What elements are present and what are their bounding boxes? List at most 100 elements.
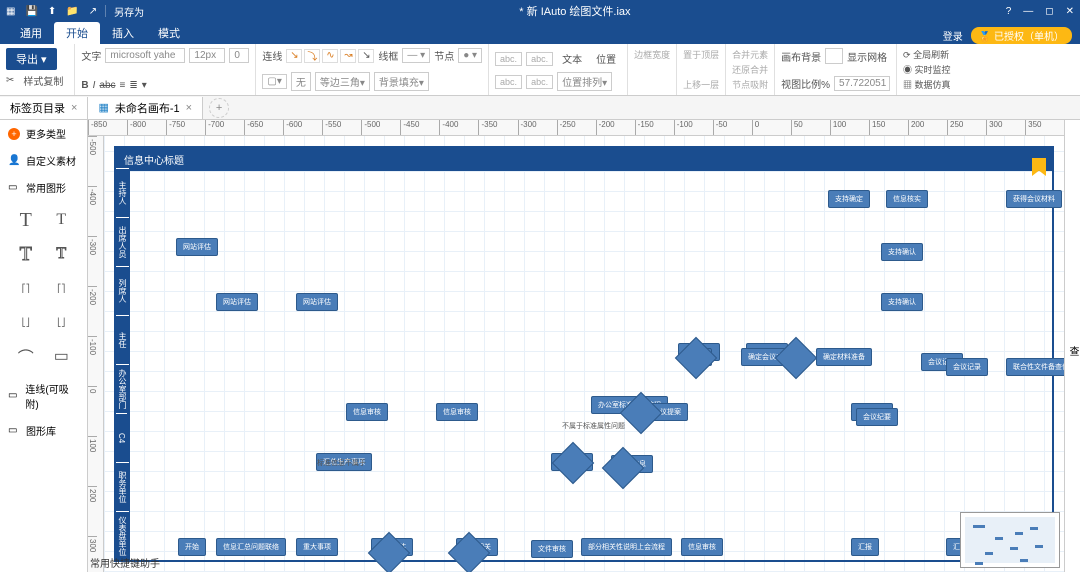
line-style-4[interactable]: ↝ (340, 49, 356, 63)
sidebar-custom[interactable]: 👤自定义素材 (0, 147, 87, 174)
bring-front[interactable]: 置于顶层 (683, 48, 719, 61)
save-as-label[interactable]: 另存为 (114, 4, 144, 19)
export-icon[interactable]: ↗ (89, 6, 97, 17)
scissors-icon[interactable]: ✂ (6, 75, 14, 86)
font-family-select[interactable]: microsoft yahe (105, 48, 185, 63)
sidebar-shape-lib[interactable]: ▭图形库 (0, 417, 87, 444)
flow-node[interactable]: 汇报 (851, 538, 879, 556)
flow-node[interactable]: 联合性文件备查保存报告 (1006, 358, 1064, 376)
search-link[interactable]: 查 (1065, 346, 1080, 356)
shape-bracket-1[interactable]: ⎡⎤ (10, 273, 42, 303)
shape-select[interactable]: 等边三角▾ (315, 72, 370, 91)
tab-general[interactable]: 通用 (8, 22, 54, 44)
close-tab-2[interactable]: × (186, 102, 192, 114)
new-tab-button[interactable]: + (209, 98, 229, 118)
font-size-select[interactable]: 12px (189, 48, 225, 63)
flow-node[interactable]: 不属于标准属性问题 (556, 418, 631, 434)
node-select[interactable]: ● ▾ (458, 48, 482, 63)
flow-decision[interactable] (602, 447, 644, 489)
flow-node[interactable]: 信息核实 (886, 190, 928, 208)
close-icon[interactable]: ✕ (1066, 6, 1074, 17)
sidebar-more-types[interactable]: +更多类型 (0, 120, 87, 147)
flow-decision[interactable] (552, 442, 594, 484)
doc-tab-canvas[interactable]: ▦ 未命名画布-1× (88, 97, 203, 119)
line-style-select[interactable]: — ▾ (402, 48, 430, 63)
tab-start[interactable]: 开始 (54, 22, 100, 44)
canvas-bg[interactable]: 画布背景 (781, 49, 821, 64)
minimap[interactable] (960, 512, 1060, 568)
flow-node[interactable]: 支持确认 (881, 243, 923, 261)
simulate-button[interactable]: ▦ 数据仿真 (903, 78, 951, 91)
shape-bracket-4[interactable]: ⎣⎦ (46, 307, 78, 337)
line-style-5[interactable]: ↘ (358, 49, 374, 63)
flow-node[interactable]: 会议记录 (946, 358, 988, 376)
save-icon[interactable]: 💾 (25, 6, 37, 17)
doc-tab-toc[interactable]: 标签页目录× (0, 97, 88, 119)
flow-node[interactable]: 信息审核 (436, 403, 478, 421)
text-box-2[interactable]: abc. (526, 52, 553, 66)
more-font-icon[interactable]: ▾ (142, 80, 147, 91)
text-box-4[interactable]: abc. (526, 75, 553, 89)
flow-node[interactable]: 文件审核 (531, 540, 573, 558)
format-painter[interactable]: 样式复制 (18, 70, 68, 91)
export-button[interactable]: 导出 ▾ (6, 48, 57, 70)
bg-fill[interactable]: 背景填充▾ (374, 72, 429, 91)
flow-node[interactable]: 开始 (178, 538, 206, 556)
italic-button[interactable]: I (93, 80, 96, 91)
bookmark-icon[interactable] (1032, 158, 1046, 176)
sidebar-connectors[interactable]: ▭连线(可吸附) (0, 375, 87, 417)
help-icon[interactable]: ? (1006, 6, 1012, 17)
upload-icon[interactable]: ⬆ (48, 6, 56, 17)
show-grid[interactable]: 显示网格 (847, 49, 887, 64)
login-link[interactable]: 登录 (943, 28, 963, 43)
monitor-button[interactable]: ◉ 实时监控 (903, 63, 951, 76)
shape-bracket-3[interactable]: ⎣⎦ (10, 307, 42, 337)
shape-curve[interactable]: ⌒ (10, 341, 42, 371)
shape-text-outline[interactable]: T (10, 239, 42, 269)
minimize-icon[interactable]: — (1023, 6, 1033, 17)
arrange-select[interactable]: 位置排列▾ (557, 72, 612, 91)
move-up[interactable]: 上移一层 (683, 78, 719, 91)
font-extra[interactable]: 0 (229, 48, 249, 63)
refresh-button[interactable]: ⟳ 全局刷新 (903, 48, 949, 61)
line-style-3[interactable]: ∿ (322, 49, 338, 63)
shape-text-outline-sm[interactable]: T (46, 239, 78, 269)
flow-node[interactable]: 会议纪要 (856, 408, 898, 426)
tab-insert[interactable]: 插入 (100, 22, 146, 44)
canvas[interactable]: -850-800-750-700-650-600-550-500-450-400… (88, 120, 1064, 572)
tab-mode[interactable]: 模式 (146, 22, 192, 44)
flow-node[interactable]: 部分相关性说明上会流程 (581, 538, 672, 556)
bold-button[interactable]: B (81, 80, 88, 91)
shape-text-small[interactable]: T (46, 205, 78, 235)
sidebar-common-shapes[interactable]: ▭常用图形 (0, 174, 87, 201)
shape-text-big[interactable]: T (10, 205, 42, 235)
flow-node[interactable]: 标准信息不属于 (311, 455, 372, 471)
flow-node[interactable]: 网站评估 (296, 293, 338, 311)
flow-node[interactable]: 重大事项 (296, 538, 338, 556)
scale-input[interactable]: 57.722051 (834, 76, 890, 91)
line-style-1[interactable]: ↘ (286, 49, 302, 63)
text-box-3[interactable]: abc. (495, 75, 522, 89)
align-center-icon[interactable]: ≣ (129, 80, 137, 91)
strike-button[interactable]: abc (99, 80, 115, 91)
text-box-1[interactable]: abc. (495, 52, 522, 66)
unmerge-button[interactable]: 还原合并 (732, 63, 768, 76)
align-left-icon[interactable]: ≡ (120, 80, 126, 91)
flow-node[interactable]: 支持确定 (828, 190, 870, 208)
flow-node[interactable]: 支持确认 (881, 293, 923, 311)
flow-node[interactable]: 确定材料准备 (816, 348, 872, 366)
flow-node[interactable]: 信息审核 (681, 538, 723, 556)
flow-node[interactable]: 信息审核 (346, 403, 388, 421)
maximize-icon[interactable]: ◻ (1045, 6, 1053, 17)
new-file-icon[interactable]: ▦ (6, 6, 15, 17)
bounds-button[interactable]: 边框宽度 (634, 48, 670, 61)
flow-node[interactable]: 信息汇总问题联络 (216, 538, 286, 556)
swimlane-container[interactable]: 信息中心标题 主持人出席人员列席人主任办公室部门C4职务单位仪表盘单位 网站评估… (114, 146, 1054, 562)
shape-rect[interactable]: ▭ (46, 341, 78, 371)
shape-bracket-2[interactable]: ⎡⎤ (46, 273, 78, 303)
snap-button[interactable]: 节点吸附 (732, 78, 768, 91)
open-icon[interactable]: 📁 (66, 6, 78, 17)
flow-node[interactable]: 网站评估 (176, 238, 218, 256)
fill-none[interactable]: 无 (291, 72, 311, 91)
flow-node[interactable]: 获得会议材料 (1006, 190, 1062, 208)
